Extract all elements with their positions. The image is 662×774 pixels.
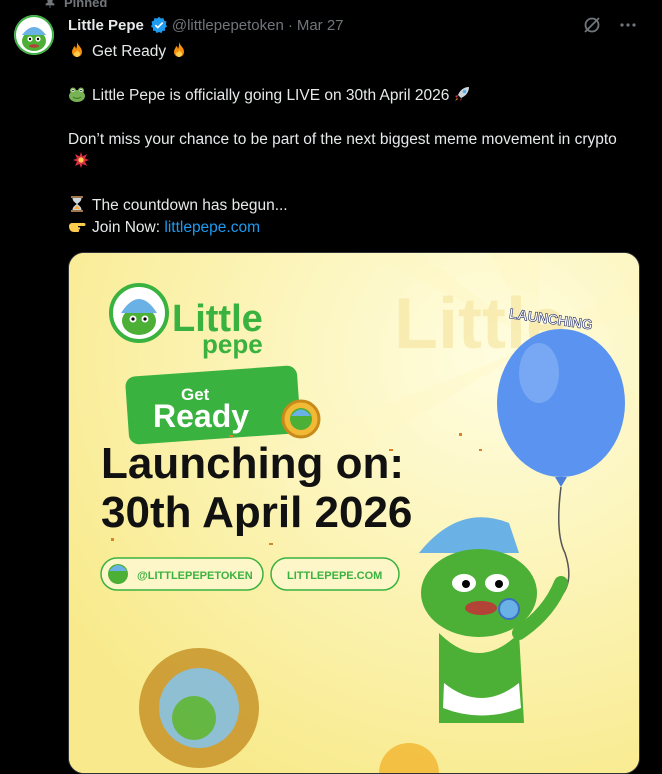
tweet-line-get-ready: Get Ready <box>68 41 634 63</box>
social-pill-2-text: LITTLEPEPE.COM <box>287 570 382 582</box>
frog-emoji-icon <box>69 87 85 102</box>
tweet-date[interactable]: Mar 27 <box>297 17 344 34</box>
author-name[interactable]: Little Pepe <box>68 17 144 34</box>
brand-title-bottom: pepe <box>202 329 263 359</box>
tweet-line1: Get Ready <box>92 43 167 60</box>
verified-badge-icon[interactable] <box>150 16 168 34</box>
author-handle[interactable]: @littlepepetoken <box>172 17 284 34</box>
badge-bottom-text: Ready <box>153 398 249 434</box>
tweet-line5-prefix: Join Now: <box>92 219 161 236</box>
collision-emoji-icon <box>73 152 89 168</box>
fire-emoji-icon <box>174 42 185 57</box>
pinned-indicator: Pinned <box>44 0 107 10</box>
tweet-line-live: Little Pepe is officially going LIVE on … <box>68 85 634 107</box>
promo-graphic: Little Little pepe Get Ready Launching o… <box>69 253 639 773</box>
tweet-line3: Don’t miss your chance to be part of the… <box>68 131 617 148</box>
rocket-emoji-icon <box>455 87 470 101</box>
tweet-link[interactable]: littlepepe.com <box>164 219 260 236</box>
pointing-hand-emoji-icon <box>69 223 86 232</box>
tweet-header: Little Pepe @littlepepetoken · Mar 27 <box>68 16 344 34</box>
get-ready-badge: Get Ready <box>125 365 301 445</box>
pinned-label: Pinned <box>64 0 108 10</box>
tweet-line-countdown: The countdown has begun... <box>68 195 634 217</box>
header-actions <box>582 15 638 35</box>
brand-logo <box>109 283 169 343</box>
tweet-line2: Little Pepe is officially going LIVE on … <box>92 87 450 104</box>
tweet-body: Get Ready Little Pepe is officially goin… <box>68 41 634 239</box>
social-pill-1-text: @LITTLEPEPETOKEN <box>137 570 253 582</box>
tweet-line-dont-miss: Don’t miss your chance to be part of the… <box>68 129 634 173</box>
fire-emoji-icon <box>72 42 82 57</box>
avatar[interactable] <box>14 15 54 55</box>
tweet-line-join: Join Now: littlepepe.com <box>68 217 634 239</box>
pin-icon <box>45 0 55 8</box>
grok-icon[interactable] <box>582 15 602 35</box>
headline-line1: Launching on: <box>101 439 404 488</box>
tweet-line4: The countdown has begun... <box>92 197 288 214</box>
hourglass-emoji-icon <box>71 196 83 212</box>
coin-icon <box>281 399 321 439</box>
more-options-icon[interactable] <box>618 15 638 35</box>
headline-line2: 30th April 2026 <box>101 488 412 537</box>
header-separator: · <box>287 16 293 34</box>
tweet-media-image[interactable]: Little Little pepe Get Ready Launching o… <box>68 252 640 774</box>
